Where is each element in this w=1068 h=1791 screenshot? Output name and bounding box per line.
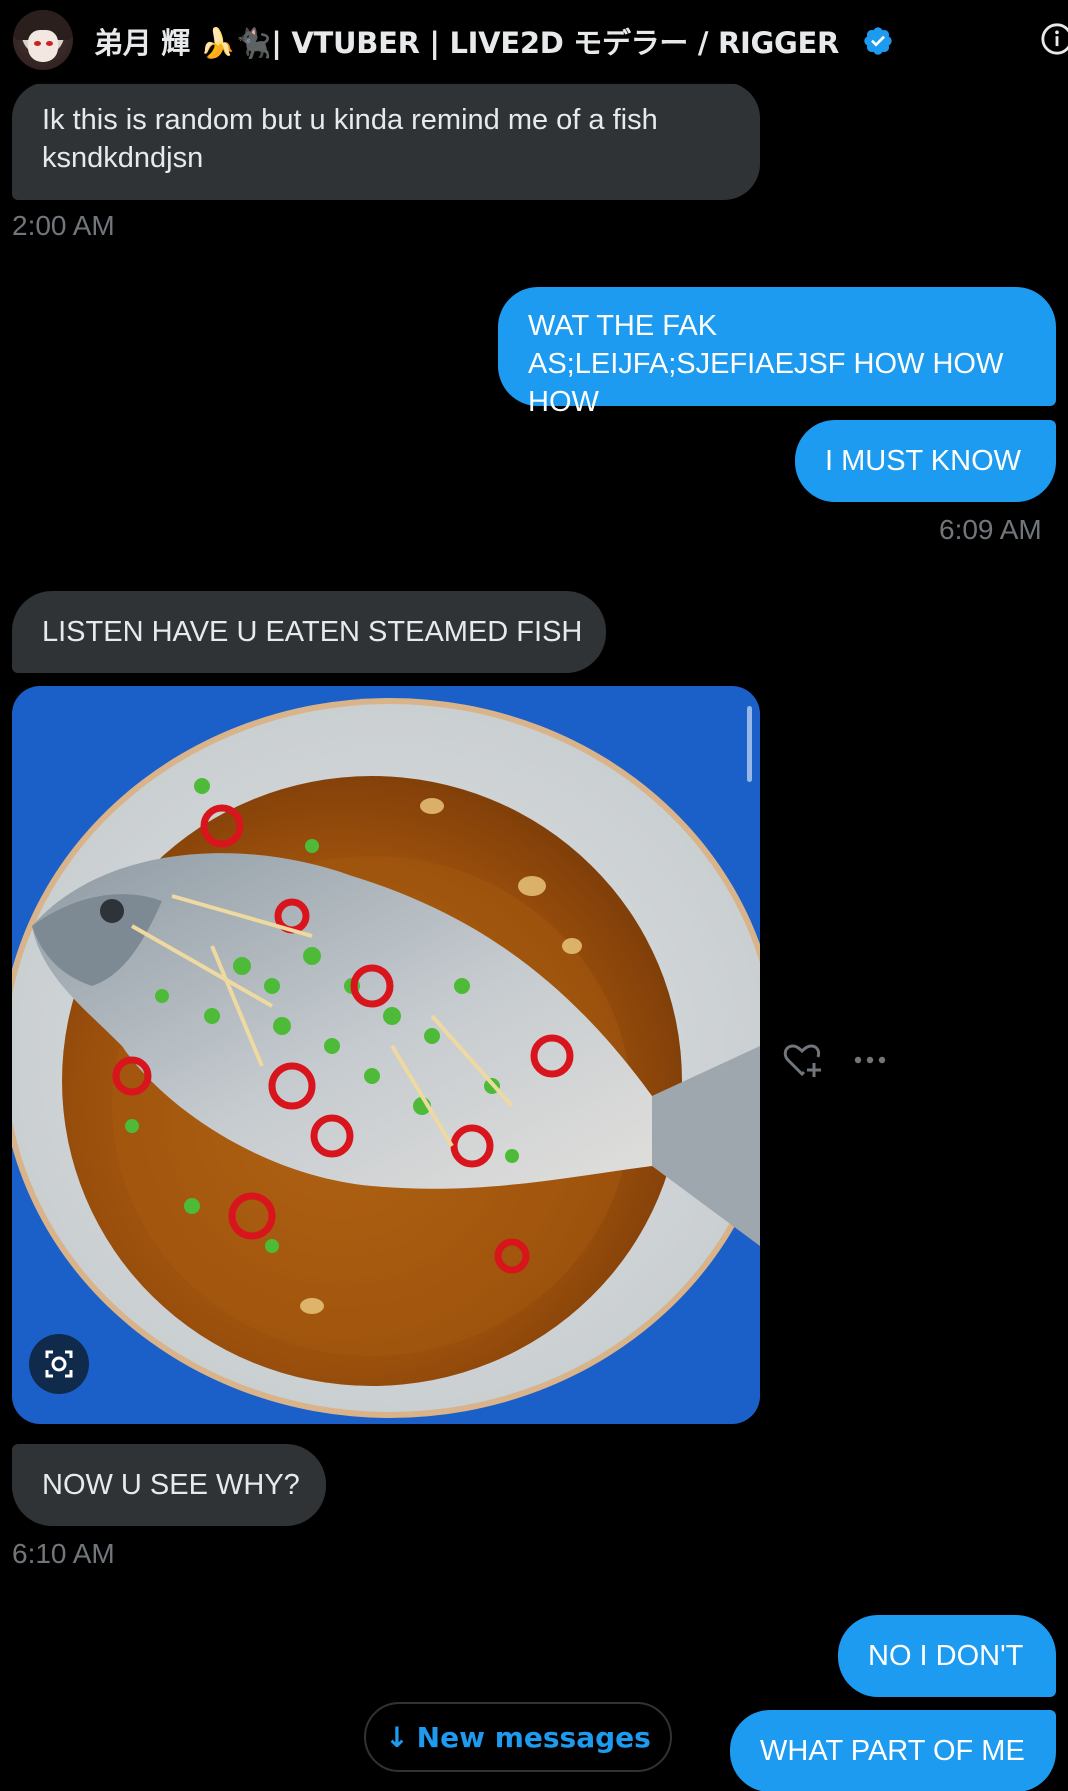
avatar[interactable] bbox=[13, 10, 73, 70]
message-sent[interactable]: WAT THE FAK AS;LEIJFA;SJEFIAEJSF HOW HOW… bbox=[498, 287, 1056, 418]
heart-plus-icon[interactable] bbox=[782, 1042, 822, 1078]
message-timestamp: 6:09 AM bbox=[939, 514, 1042, 545]
dm-conversation: 弟月 輝 🍌🐈‍⬛| VTUBER | LIVE2D モデラー / RIGGER… bbox=[0, 0, 1068, 1791]
info-icon[interactable] bbox=[1040, 22, 1068, 56]
verified-badge-icon bbox=[864, 27, 892, 55]
conversation-header: 弟月 輝 🍌🐈‍⬛| VTUBER | LIVE2D モデラー / RIGGER bbox=[0, 0, 1068, 84]
lens-icon bbox=[45, 1350, 73, 1378]
conversation-title[interactable]: 弟月 輝 🍌🐈‍⬛| VTUBER | LIVE2D モデラー / RIGGER bbox=[94, 20, 839, 62]
message-received[interactable]: LISTEN HAVE U EATEN STEAMED FISH bbox=[12, 591, 606, 673]
arrow-down-icon: ↓ bbox=[385, 1720, 409, 1754]
message-sent[interactable]: NO I DON'T bbox=[838, 1615, 1056, 1697]
new-messages-label: New messages bbox=[416, 1720, 651, 1754]
image-scroll-indicator bbox=[747, 706, 752, 782]
message-received[interactable]: Ik this is random but u kinda remind me … bbox=[12, 82, 760, 200]
visual-search-button[interactable] bbox=[29, 1334, 89, 1394]
more-horizontal-icon[interactable] bbox=[852, 1046, 888, 1074]
message-sent[interactable]: WHAT PART OF ME bbox=[730, 1710, 1056, 1791]
message-received[interactable]: NOW U SEE WHY? bbox=[12, 1444, 326, 1526]
new-messages-button[interactable]: ↓ New messages bbox=[364, 1702, 672, 1772]
message-timestamp: 6:10 AM bbox=[12, 1538, 115, 1569]
image-attachment-steamed-fish[interactable] bbox=[12, 686, 760, 1424]
steamed-fish-photo bbox=[12, 686, 760, 1424]
message-timestamp: 2:00 AM bbox=[12, 210, 115, 241]
message-sent[interactable]: I MUST KNOW bbox=[795, 420, 1056, 502]
